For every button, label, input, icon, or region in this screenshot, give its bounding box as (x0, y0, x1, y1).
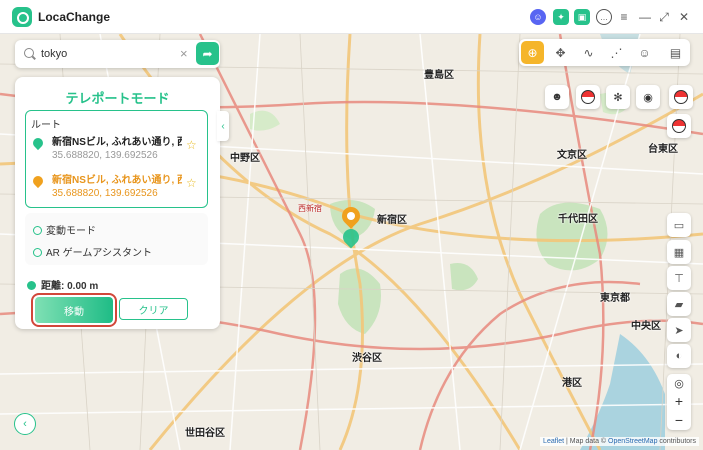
search-go-button[interactable]: ➦ (196, 42, 219, 65)
distance-value: 距離: 0.00 m (41, 281, 99, 292)
distance-readout: 距離: 0.00 m (27, 277, 98, 292)
route-start[interactable]: 新宿NSビル, ふれあい通り, 西新... 35.688820, 139.692… (26, 133, 209, 169)
pokeball-icon (672, 119, 686, 133)
panel-title: テレポートモード (65, 91, 170, 106)
map-label-bunkyo: 文京区 (557, 150, 587, 161)
game-pokeball-icon[interactable] (576, 85, 600, 109)
zoom-controls: ◎ + − (667, 374, 691, 430)
app-logo-icon (12, 7, 32, 27)
devices-icon[interactable]: ▭ (667, 213, 691, 237)
leaflet-link[interactable]: Leaflet (543, 438, 564, 445)
zoom-in-button[interactable]: + (667, 392, 691, 410)
app-title: LocaChange (38, 10, 111, 24)
maximize-icon[interactable]: ⤢ (656, 9, 672, 25)
osm-link[interactable]: OpenStreetMap (608, 438, 657, 445)
pokeball-tool-icon[interactable] (667, 114, 691, 138)
route-end[interactable]: 新宿NSビル, ふれあい通り, 西新... 35.688820, 139.692… (26, 171, 209, 207)
close-icon[interactable]: ✕ (676, 9, 692, 25)
map-label-shinjuku: 新宿区 (377, 215, 407, 226)
game-trainer-icon[interactable]: ☻ (545, 85, 569, 109)
back-button[interactable]: ‹ (14, 413, 36, 435)
start-pin-icon (30, 135, 46, 151)
search-icon (24, 48, 34, 58)
route-end-coords: 35.688820, 139.692526 (52, 188, 158, 199)
app-window: LocaChange ☺ ✦ ▣ … ≡ — ⤢ ✕ 豊島区 中野区 新宿区 文… (0, 0, 703, 450)
pokeball-icon (674, 90, 688, 104)
send-icon[interactable]: ➤ (667, 318, 691, 342)
route-box: ルート 新宿NSビル, ふれあい通り, 西新... 35.688820, 139… (25, 110, 208, 208)
mode-option-label: AR ゲームアシスタント (46, 248, 152, 259)
shop-icon[interactable]: ▣ (574, 9, 590, 25)
teleport-mode-icon[interactable]: ⊕ (521, 41, 544, 64)
mode-option-label: 変動モード (46, 226, 96, 237)
radio-icon[interactable] (33, 248, 42, 257)
collapse-panel-button[interactable]: ‹ (217, 111, 229, 141)
pokeball-icon (581, 90, 595, 104)
attribution-text: | Map data © (566, 438, 607, 445)
map-label-taito: 台東区 (648, 144, 678, 155)
map-label-tokyo-to: 東京都 (600, 293, 630, 304)
move-button[interactable]: 移動 (31, 293, 117, 327)
teleport-panel: テレポートモード ルート 新宿NSビル, ふれあい通り, 西新... 35.68… (15, 77, 220, 329)
game-snowflake-icon[interactable]: ✻ (606, 85, 630, 109)
shirt-icon[interactable]: ⊤ (667, 266, 691, 290)
gift-icon[interactable]: ✦ (553, 9, 569, 25)
route-start-name: 新宿NSビル, ふれあい通り, 西新... (52, 137, 182, 148)
map-attribution: Leaflet | Map data © OpenStreetMap contr… (540, 437, 699, 446)
favorite-star-icon[interactable]: ☆ (186, 138, 197, 152)
distance-icon (27, 281, 36, 290)
map-label-chiyoda: 千代田区 (558, 214, 598, 225)
clear-search-icon[interactable]: × (180, 46, 188, 61)
route-start-coords: 35.688820, 139.692526 (52, 150, 158, 161)
discord-icon[interactable]: ☺ (530, 9, 546, 25)
map-label-shibuya: 渋谷区 (352, 353, 382, 364)
gift-box-icon[interactable]: ▦ (667, 240, 691, 264)
route-mode-icon[interactable]: ∿ (577, 41, 600, 64)
map-label-chuo: 中央区 (631, 321, 661, 332)
map-label-setagaya: 世田谷区 (185, 428, 225, 439)
user-icon[interactable]: ☺ (633, 41, 656, 64)
search-input[interactable] (41, 45, 186, 63)
mode-toolbar: ⊕ ✥ ∿ ⋰ ☺ ▤ (519, 39, 690, 66)
end-pin-icon (30, 173, 46, 189)
mode-options: 変動モード AR ゲームアシスタント (25, 213, 208, 265)
clear-button[interactable]: クリア (119, 298, 188, 320)
history-icon[interactable]: ▤ (664, 41, 687, 64)
menu-icon[interactable]: ≡ (616, 9, 632, 25)
minimize-icon[interactable]: — (637, 9, 653, 25)
radio-icon[interactable] (33, 226, 42, 235)
title-bar: LocaChange ☺ ✦ ▣ … ≡ — ⤢ ✕ (0, 0, 703, 34)
mode-option-ar[interactable]: AR ゲームアシスタント (33, 244, 152, 259)
favorite-star-icon[interactable]: ☆ (186, 176, 197, 190)
map-label-minato: 港区 (562, 378, 582, 389)
folder-icon[interactable]: ▰ (667, 292, 691, 316)
game-ball-icon[interactable] (669, 85, 693, 109)
map-label-nishi-shinjuku: 西新宿 (298, 204, 322, 213)
map-label-nakano: 中野区 (230, 153, 260, 164)
move-arrows-icon[interactable]: ✥ (549, 41, 572, 64)
route-end-name: 新宿NSビル, ふれあい通り, 西新... (52, 175, 182, 186)
zoom-out-button[interactable]: − (667, 411, 691, 429)
route-label: ルート (31, 120, 61, 131)
locate-icon[interactable]: ◎ (667, 374, 691, 392)
attribution-contrib: contributors (659, 438, 696, 445)
chat-icon[interactable]: … (596, 9, 612, 25)
search-bar: × ➦ (15, 40, 220, 68)
multi-spot-icon[interactable]: ⋰ (605, 41, 628, 64)
toggle-icon[interactable]: ◐ (667, 344, 691, 368)
game-coin-icon[interactable]: ◉ (636, 85, 660, 109)
mode-option-variable[interactable]: 変動モード (33, 222, 96, 237)
map-label-toshima: 豊島区 (424, 70, 454, 81)
